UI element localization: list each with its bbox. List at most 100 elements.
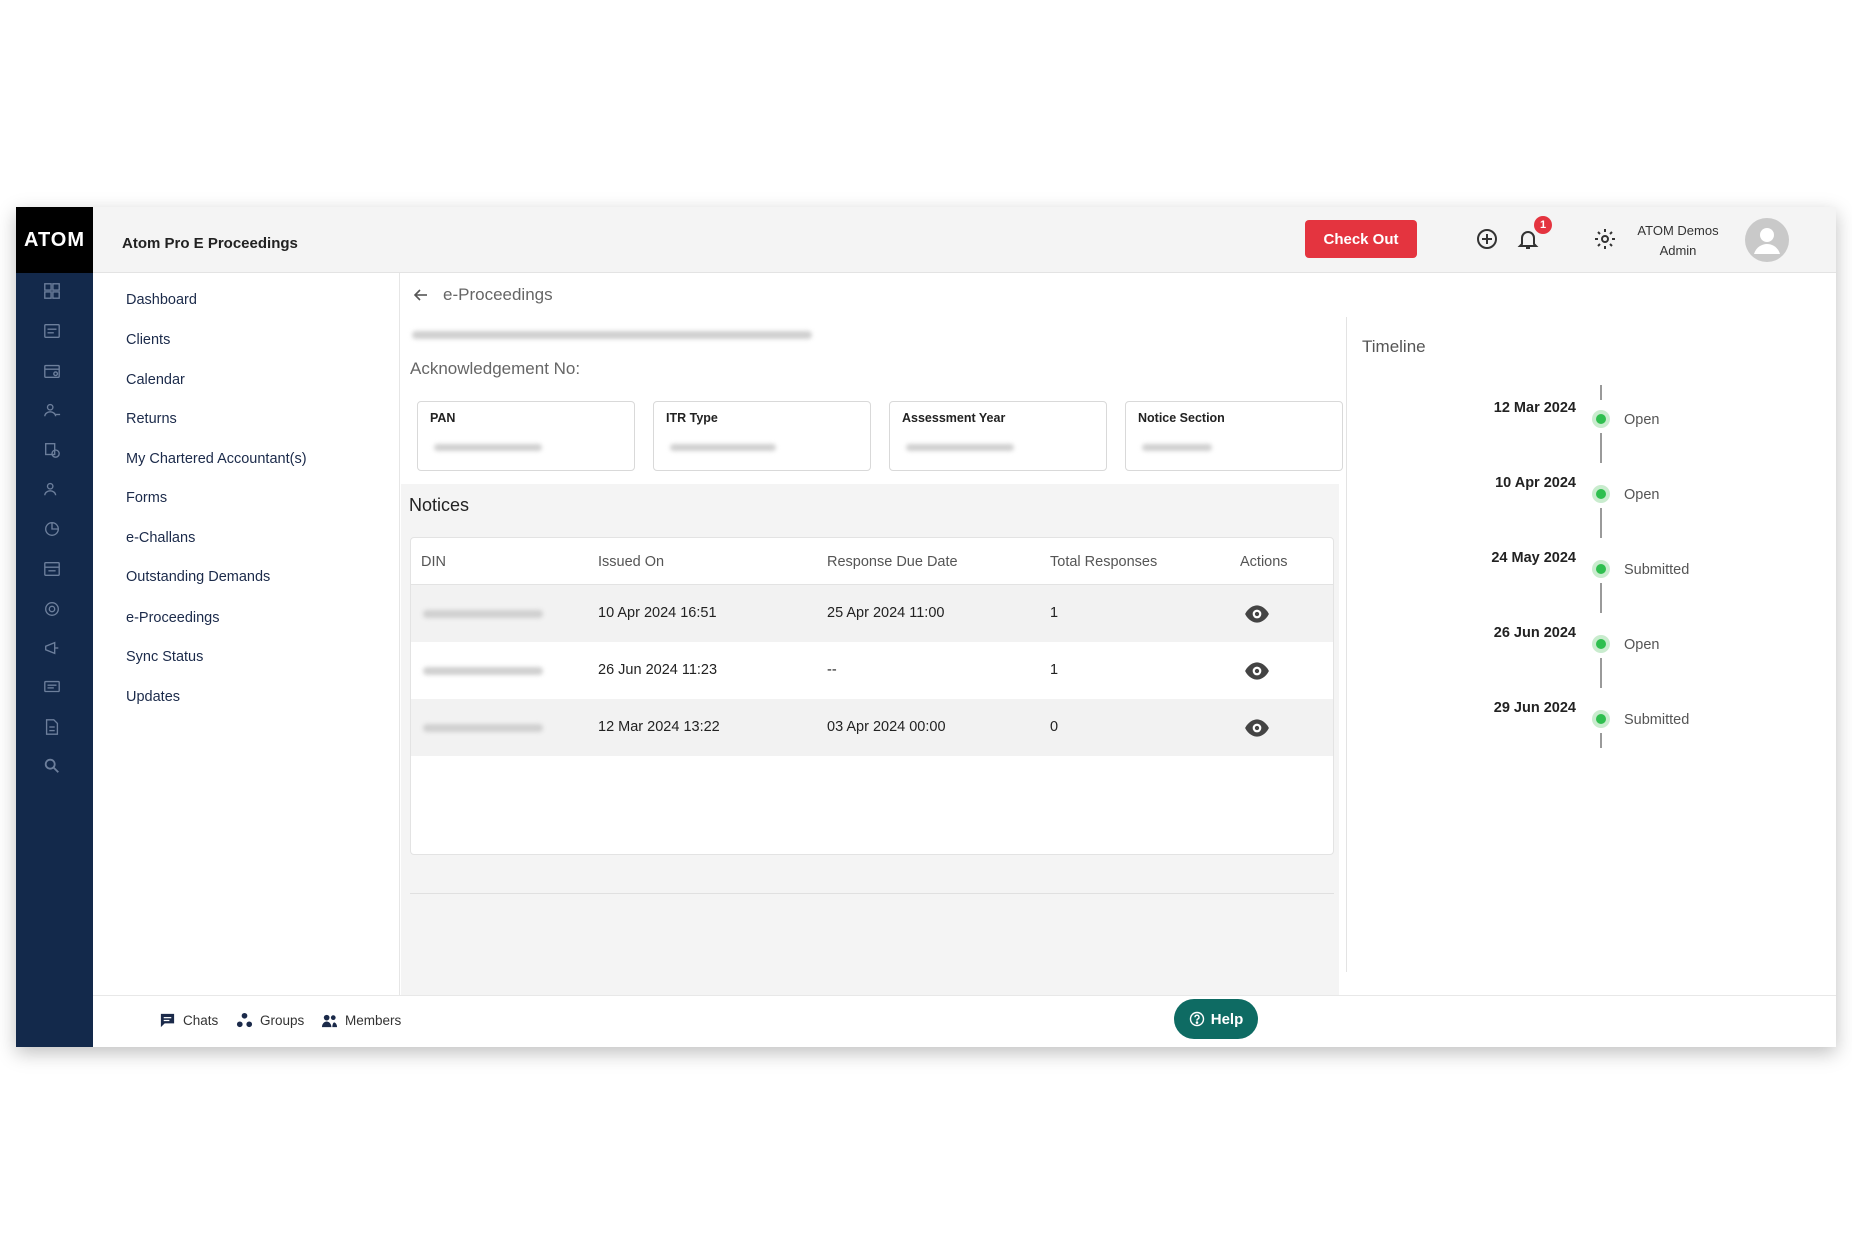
column-header-issued-on[interactable]: Issued On bbox=[598, 554, 664, 570]
document-icon[interactable] bbox=[42, 717, 62, 737]
user-icon bbox=[1754, 228, 1780, 254]
sidebar-item-e-proceedings[interactable]: e-Proceedings bbox=[126, 610, 220, 626]
sidebar-item-outstanding-demands[interactable]: Outstanding Demands bbox=[126, 569, 270, 585]
eye-icon[interactable] bbox=[1244, 658, 1270, 684]
members-link[interactable]: Members bbox=[321, 1012, 401, 1029]
dashboard-icon[interactable] bbox=[42, 281, 62, 301]
redacted-value bbox=[434, 444, 542, 451]
app-window: ATOM Atom Pro E Proceedings Check Out 1 … bbox=[16, 207, 1836, 1047]
acknowledgement-label: Acknowledgement No: bbox=[410, 359, 581, 378]
sidebar-item-sync-status[interactable]: Sync Status bbox=[126, 649, 203, 665]
challan-icon[interactable] bbox=[42, 519, 62, 539]
timeline-connector bbox=[1600, 733, 1602, 748]
divider bbox=[410, 893, 1334, 894]
chats-link[interactable]: Chats bbox=[159, 1012, 218, 1029]
sidebar-item-returns[interactable]: Returns bbox=[126, 411, 177, 427]
help-button[interactable]: Help bbox=[1174, 999, 1258, 1039]
clients-icon[interactable] bbox=[42, 321, 62, 341]
sidebar-item-e-challans[interactable]: e-Challans bbox=[126, 530, 195, 546]
pan-card: PAN bbox=[417, 401, 635, 471]
timeline-status: Open bbox=[1624, 637, 1660, 653]
gear-icon[interactable] bbox=[1592, 226, 1618, 252]
sidebar-item-clients[interactable]: Clients bbox=[126, 332, 170, 348]
notices-table: DIN Issued On Response Due Date Total Re… bbox=[410, 537, 1334, 855]
members-icon bbox=[321, 1014, 338, 1028]
timeline-status: Open bbox=[1624, 487, 1660, 503]
groups-label: Groups bbox=[260, 1013, 305, 1028]
avatar[interactable] bbox=[1745, 218, 1789, 262]
column-header-din[interactable]: DIN bbox=[421, 554, 446, 570]
table-row[interactable]: 10 Apr 2024 16:51 25 Apr 2024 11:00 1 bbox=[411, 585, 1333, 642]
proceedings-icon[interactable] bbox=[42, 599, 62, 619]
column-header-actions: Actions bbox=[1240, 554, 1288, 570]
timeline-status: Open bbox=[1624, 412, 1660, 428]
eye-icon[interactable] bbox=[1244, 601, 1270, 627]
timeline-status: Submitted bbox=[1624, 562, 1690, 578]
user-name: ATOM Demos bbox=[1637, 223, 1719, 238]
search-icon[interactable] bbox=[42, 756, 62, 776]
timeline-dot bbox=[1592, 635, 1610, 653]
help-icon bbox=[1189, 1011, 1204, 1027]
atom-logo[interactable]: ATOM bbox=[16, 207, 93, 273]
notices-title: Notices bbox=[409, 495, 470, 515]
notice-section-label: Notice Section bbox=[1138, 411, 1225, 425]
groups-link[interactable]: Groups bbox=[236, 1012, 304, 1029]
redacted-client-name bbox=[412, 331, 812, 339]
calendar-icon[interactable] bbox=[42, 361, 62, 381]
sidebar-item-chartered-accountants[interactable]: My Chartered Accountant(s) bbox=[126, 451, 307, 467]
user-info[interactable]: ATOM Demos Admin bbox=[1623, 221, 1733, 261]
column-header-response-due-date[interactable]: Response Due Date bbox=[827, 554, 958, 570]
updates-icon[interactable] bbox=[42, 677, 62, 697]
notification-badge: 1 bbox=[1534, 216, 1552, 234]
page-title: e-Proceedings bbox=[443, 285, 553, 304]
icon-rail: ATOM bbox=[16, 207, 93, 1047]
help-label: Help bbox=[1210, 1010, 1244, 1028]
timeline-connector bbox=[1600, 433, 1602, 463]
issued-on-cell: 26 Jun 2024 11:23 bbox=[598, 662, 718, 678]
timeline-date: 10 Apr 2024 bbox=[1495, 475, 1576, 491]
app-title: Atom Pro E Proceedings bbox=[122, 235, 298, 252]
timeline-dot bbox=[1592, 485, 1610, 503]
groups-icon bbox=[236, 1012, 253, 1028]
timeline-date: 24 May 2024 bbox=[1491, 550, 1576, 566]
accountant-icon[interactable] bbox=[42, 440, 62, 460]
sidebar-item-forms[interactable]: Forms bbox=[126, 490, 167, 506]
itr-type-label: ITR Type bbox=[666, 411, 718, 425]
timeline-dot bbox=[1592, 710, 1610, 728]
responses-cell: 1 bbox=[1050, 662, 1059, 678]
pan-label: PAN bbox=[430, 411, 456, 425]
assessment-year-label: Assessment Year bbox=[902, 411, 1006, 425]
due-date-cell: 25 Apr 2024 11:00 bbox=[827, 605, 945, 621]
user-role: Admin bbox=[1659, 243, 1697, 258]
timeline-connector bbox=[1600, 658, 1602, 688]
sidebar-item-updates[interactable]: Updates bbox=[126, 689, 180, 705]
timeline-dot bbox=[1592, 560, 1610, 578]
redacted-din bbox=[423, 667, 543, 675]
table-row[interactable]: 12 Mar 2024 13:22 03 Apr 2024 00:00 0 bbox=[411, 699, 1333, 756]
issued-on-cell: 12 Mar 2024 13:22 bbox=[598, 719, 720, 735]
timeline-title: Timeline bbox=[1362, 337, 1426, 356]
sidebar: Dashboard Clients Calendar Returns My Ch… bbox=[93, 273, 400, 995]
check-out-button[interactable]: Check Out bbox=[1305, 220, 1417, 258]
timeline-dot bbox=[1592, 410, 1610, 428]
returns-icon[interactable] bbox=[42, 400, 62, 420]
chat-icon bbox=[160, 1013, 175, 1028]
breadcrumb[interactable]: e-Proceedings bbox=[413, 285, 553, 305]
notice-section-card: Notice Section bbox=[1125, 401, 1343, 471]
sidebar-item-calendar[interactable]: Calendar bbox=[126, 372, 185, 388]
back-arrow-icon[interactable] bbox=[413, 287, 429, 303]
timeline-connector bbox=[1600, 508, 1602, 538]
sync-icon[interactable] bbox=[42, 638, 62, 658]
sidebar-item-dashboard[interactable]: Dashboard bbox=[126, 292, 197, 308]
timeline-date: 12 Mar 2024 bbox=[1493, 400, 1576, 416]
timeline-date: 29 Jun 2024 bbox=[1493, 700, 1576, 716]
redacted-din bbox=[423, 610, 543, 618]
due-date-cell: 03 Apr 2024 00:00 bbox=[827, 719, 946, 735]
column-header-total-responses[interactable]: Total Responses bbox=[1050, 554, 1157, 570]
demands-icon[interactable] bbox=[42, 559, 62, 579]
add-icon[interactable] bbox=[1474, 226, 1500, 252]
table-row[interactable]: 26 Jun 2024 11:23 -- 1 bbox=[411, 642, 1333, 699]
forms-icon[interactable] bbox=[42, 479, 62, 499]
eye-icon[interactable] bbox=[1244, 715, 1270, 741]
responses-cell: 1 bbox=[1050, 605, 1059, 621]
